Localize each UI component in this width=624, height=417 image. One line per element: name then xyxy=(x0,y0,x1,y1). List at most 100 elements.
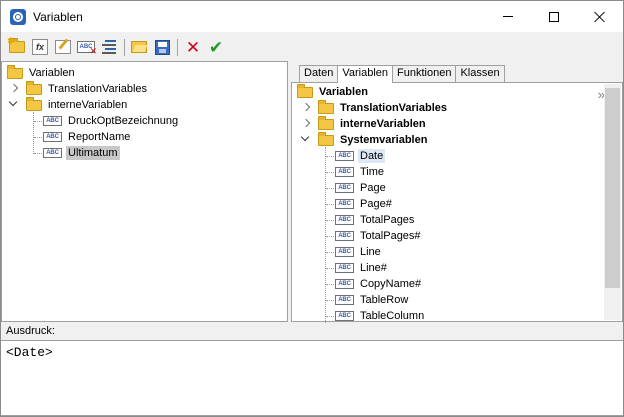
app-icon xyxy=(10,9,26,25)
tree-guide-line xyxy=(326,316,334,317)
maximize-button[interactable] xyxy=(531,1,577,32)
variables-tab-page: » Variablen TranslationVariables interne… xyxy=(291,82,623,324)
variable-icon: ABC xyxy=(43,132,62,142)
variables-dialog: Variablen ✱ fx ABC ✕ ✔ xyxy=(0,0,624,417)
system-variable-label: CopyName# xyxy=(360,278,422,290)
variable-icon: ABC xyxy=(43,116,62,126)
new-folder-button[interactable]: ✱ xyxy=(7,36,27,57)
system-variable-item[interactable]: ABC Page xyxy=(335,180,388,196)
variable-icon: ABC xyxy=(335,151,354,161)
system-variable-item[interactable]: ABC TotalPages# xyxy=(335,228,423,244)
tree-guide-line xyxy=(326,252,334,253)
system-variable-label: Date xyxy=(358,149,386,163)
system-variable-item[interactable]: ABC TableRow xyxy=(335,292,410,308)
catalog-scrollbar[interactable] xyxy=(604,84,621,320)
variable-icon: ABC xyxy=(43,148,62,158)
tab-variablen[interactable]: Variablen xyxy=(337,65,394,83)
save-button[interactable] xyxy=(152,37,172,57)
edit-icon xyxy=(55,40,71,54)
variable-icon: ABC xyxy=(335,279,354,289)
minimize-button[interactable] xyxy=(485,1,531,32)
system-variable-label: Line xyxy=(360,246,381,258)
tree-guide-line xyxy=(326,220,334,221)
tree-root[interactable]: Variablen xyxy=(7,64,77,81)
minimize-icon xyxy=(503,16,513,17)
catalog-folder-translationvariables[interactable]: TranslationVariables xyxy=(301,99,449,116)
system-variable-item[interactable]: ABC Time xyxy=(335,164,386,180)
cancel-icon: ✕ xyxy=(185,37,201,57)
tree-item-label: TranslationVariables xyxy=(48,83,148,95)
variable-icon: ABC xyxy=(335,231,354,241)
tree-guide-line xyxy=(34,153,42,154)
catalog-tabs: Daten Variablen Funktionen Klassen xyxy=(299,65,505,83)
catalog-root[interactable]: Variablen xyxy=(297,83,370,100)
tree-item-ultimatum[interactable]: ABC Ultimatum xyxy=(43,145,120,161)
system-variable-label: Line# xyxy=(360,262,387,274)
close-icon xyxy=(594,11,606,23)
catalog-root-label: Variablen xyxy=(319,86,368,98)
catalog-folder-label: interneVariablen xyxy=(340,118,426,130)
system-variable-label: Page# xyxy=(360,198,392,210)
tree-item-translationvariables[interactable]: TranslationVariables xyxy=(9,80,149,97)
ok-button[interactable]: ✔ xyxy=(206,37,226,57)
tree-guide-line xyxy=(326,268,334,269)
folder-icon xyxy=(26,96,42,111)
scrollbar-thumb[interactable] xyxy=(605,88,620,288)
system-variable-item[interactable]: ABC Page# xyxy=(335,196,394,212)
system-variable-item[interactable]: ABC Line xyxy=(335,244,383,260)
system-variable-label: Page xyxy=(360,182,386,194)
close-button[interactable] xyxy=(577,1,623,32)
open-icon xyxy=(131,41,147,53)
tree-guide-line xyxy=(325,147,326,323)
system-variable-item[interactable]: ABC TotalPages xyxy=(335,212,416,228)
tree-item-internevariablen[interactable]: interneVariablen xyxy=(9,96,129,113)
folder-icon xyxy=(26,80,42,95)
new-formula-icon: fx xyxy=(32,39,48,55)
edit-button[interactable] xyxy=(53,37,73,57)
catalog-folder-label: TranslationVariables xyxy=(340,102,447,114)
system-variable-label: Time xyxy=(360,166,385,178)
toolbar-separator xyxy=(177,39,178,56)
tab-daten[interactable]: Daten xyxy=(299,65,339,82)
system-variable-item[interactable]: ABC Line# xyxy=(335,260,389,276)
tree-guide-line xyxy=(326,236,334,237)
tree-item-reportname[interactable]: ABC ReportName xyxy=(43,129,132,145)
tree-guide-line xyxy=(326,204,334,205)
list-icon xyxy=(102,40,116,54)
tree-item-label: Ultimatum xyxy=(66,146,120,160)
double-chevron-right-icon[interactable]: » xyxy=(598,87,605,102)
folder-icon xyxy=(318,115,334,130)
catalog-folder-internevariablen[interactable]: interneVariablen xyxy=(301,115,428,132)
catalog-panel: Daten Variablen Funktionen Klassen » Var… xyxy=(291,61,623,324)
list-button[interactable] xyxy=(99,37,119,57)
chevron-right-icon[interactable] xyxy=(301,103,310,112)
system-variable-item[interactable]: ABC TableColumn xyxy=(335,308,426,324)
chevron-down-icon[interactable] xyxy=(9,100,18,109)
open-button[interactable] xyxy=(129,37,149,57)
system-variable-item[interactable]: ABC CopyName# xyxy=(335,276,423,292)
variable-icon: ABC xyxy=(335,295,354,305)
variable-icon: ABC xyxy=(335,215,354,225)
variable-icon: ABC xyxy=(335,247,354,257)
new-formula-button[interactable]: fx xyxy=(30,37,50,57)
expression-input[interactable]: <Date> xyxy=(1,340,623,416)
system-variable-item[interactable]: ABC Date xyxy=(335,148,386,164)
tab-funktionen[interactable]: Funktionen xyxy=(392,65,457,82)
delete-variable-button[interactable]: ABC xyxy=(76,37,97,57)
expression-value: <Date> xyxy=(6,345,53,360)
chevron-down-icon[interactable] xyxy=(301,135,310,144)
tab-klassen[interactable]: Klassen xyxy=(455,65,505,82)
catalog-folder-systemvariablen[interactable]: Systemvariablen xyxy=(301,131,429,148)
folder-icon xyxy=(318,131,334,146)
tree-item-druckoptbezeichnung[interactable]: ABC DruckOptBezeichnung xyxy=(43,113,180,129)
chevron-right-icon[interactable] xyxy=(9,84,18,93)
variables-tree-panel[interactable]: Variablen TranslationVariables interneVa… xyxy=(1,61,288,322)
tree-guide-line xyxy=(34,121,42,122)
cancel-button[interactable]: ✕ xyxy=(183,37,203,57)
system-variable-label: TotalPages# xyxy=(360,230,421,242)
tree-guide-line xyxy=(34,137,42,138)
chevron-right-icon[interactable] xyxy=(301,119,310,128)
maximize-icon xyxy=(549,11,559,22)
catalog-folder-label: Systemvariablen xyxy=(340,134,428,146)
variable-icon: ABC xyxy=(335,183,354,193)
